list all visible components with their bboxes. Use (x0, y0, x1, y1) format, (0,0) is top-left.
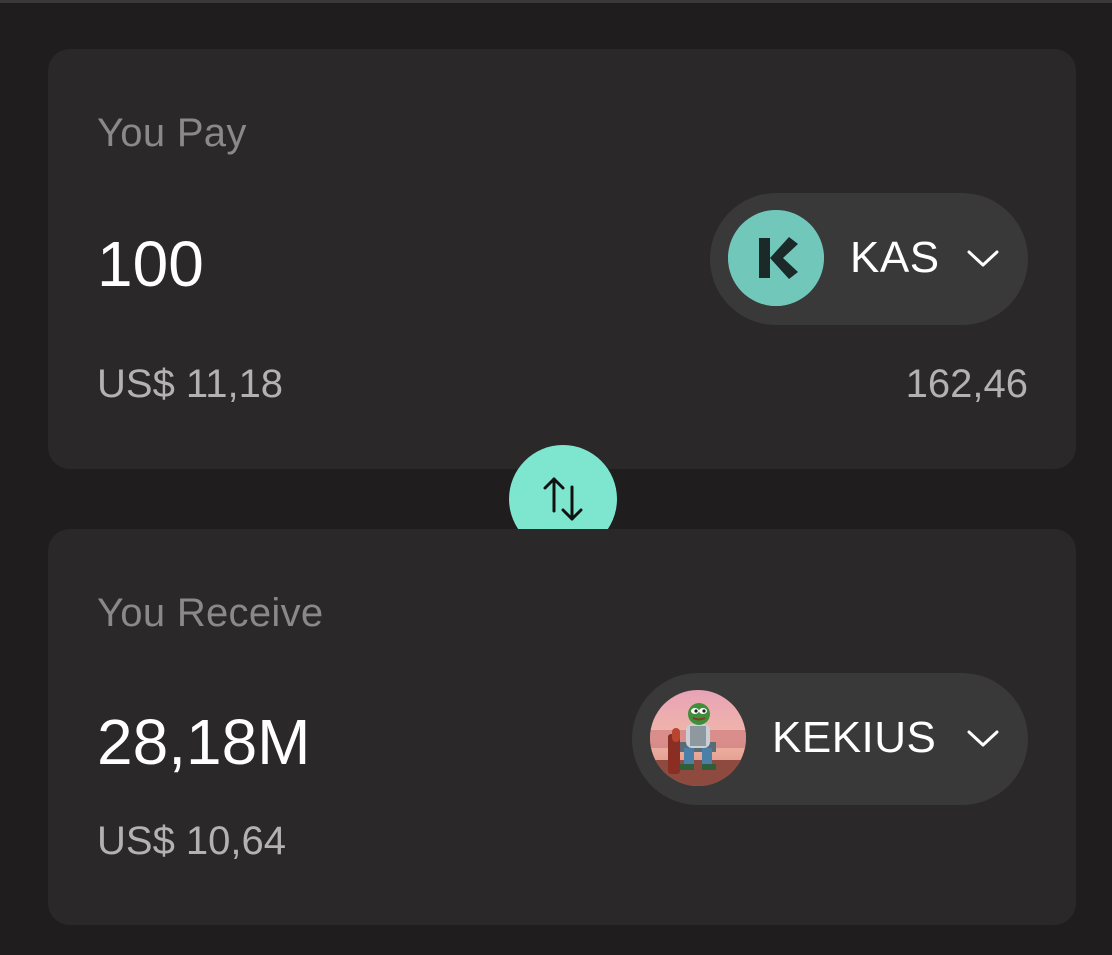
pay-amount-input[interactable]: 100 (97, 227, 204, 301)
top-border (0, 0, 1112, 3)
receive-amount[interactable]: 28,18M (97, 705, 310, 779)
chevron-down-icon (967, 250, 999, 267)
pay-token-selector[interactable]: KAS (710, 193, 1028, 325)
pay-card: You Pay 100 KAS US$ 11,18 162,46 (48, 49, 1076, 469)
chevron-down-icon (967, 730, 999, 747)
receive-card: You Receive 28,18M KEKIUS US$ 10,64 (48, 529, 1076, 925)
receive-token-selector[interactable]: KEKIUS (632, 673, 1028, 805)
receive-label: You Receive (97, 591, 324, 635)
pay-fiat-value: US$ 11,18 (97, 362, 284, 406)
receive-token-symbol: KEKIUS (772, 713, 937, 762)
pay-balance[interactable]: 162,46 (906, 362, 1028, 407)
pay-token-symbol: KAS (850, 233, 940, 282)
kekius-avatar-icon (650, 690, 746, 786)
pay-label: You Pay (97, 111, 247, 155)
kaspa-logo-icon (728, 210, 824, 306)
swap-arrows-icon (543, 477, 583, 521)
receive-fiat-value: US$ 10,64 (97, 819, 287, 863)
